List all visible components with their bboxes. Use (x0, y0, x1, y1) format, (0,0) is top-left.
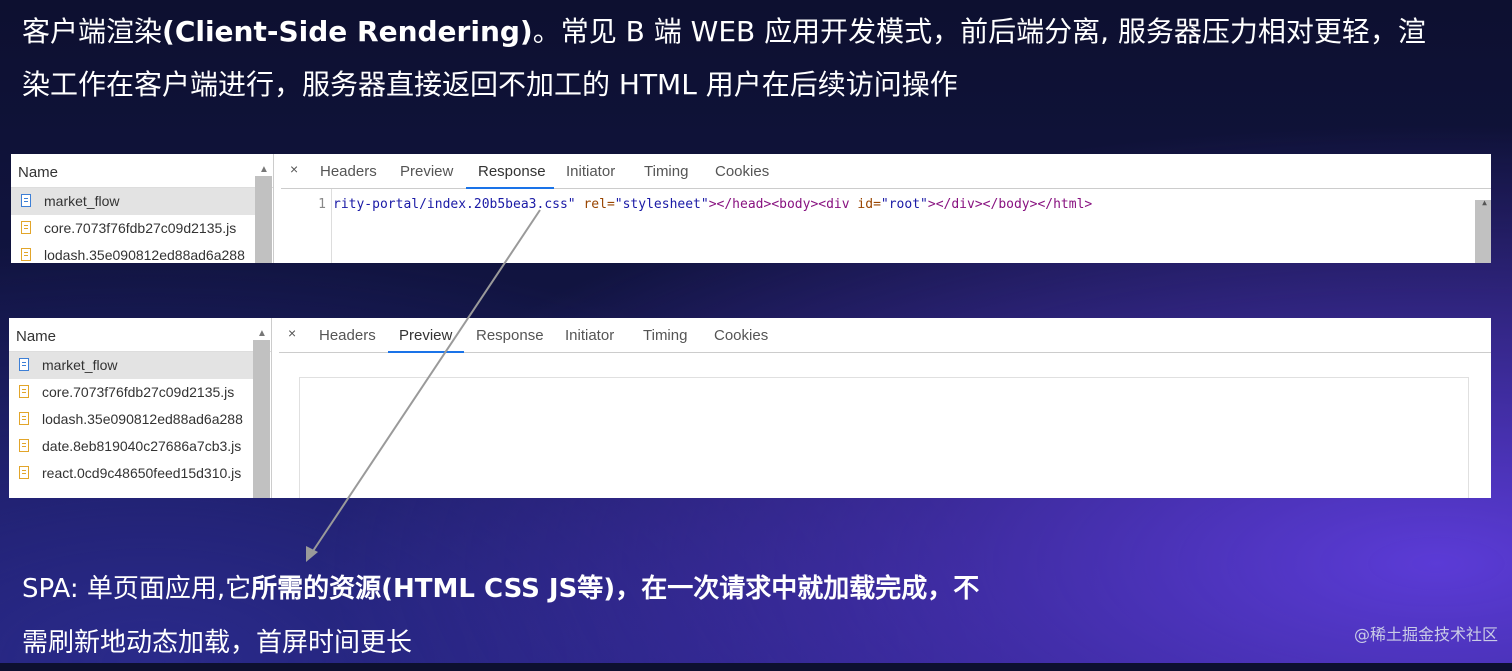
script-icon (19, 385, 29, 398)
line-gutter: 1 (281, 189, 332, 263)
name-header[interactable]: Name (11, 154, 273, 188)
spa-line-1: SPA: 单页面应用,它所需的资源(HTML CSS JS等)，在一次请求中就加… (22, 561, 1492, 617)
tab-timing[interactable]: Timing (644, 163, 688, 180)
name-header[interactable]: Name (9, 318, 271, 352)
code-scrollbar[interactable]: ▲ (1475, 198, 1491, 263)
document-icon (21, 194, 31, 207)
heading-text-a: 客户端渲染 (22, 15, 163, 48)
tab-response[interactable]: Response (478, 163, 546, 180)
code-line: rity-portal/index.20b5bea3.css" rel="sty… (333, 197, 1092, 212)
arrow-head-icon (306, 546, 318, 562)
scroll-up-icon[interactable]: ▲ (1482, 198, 1487, 207)
name-column-scrollbar[interactable] (255, 176, 272, 263)
tab-response[interactable]: Response (476, 327, 544, 344)
sort-arrow-icon[interactable]: ▲ (257, 328, 267, 339)
file-name: date.8eb819040c27686a7cb3.js (42, 438, 242, 454)
code-tag: ></head><body><div (708, 197, 858, 212)
script-icon (19, 466, 29, 479)
script-icon (21, 248, 31, 261)
file-row[interactable]: market_flow (11, 188, 255, 215)
tab-timing[interactable]: Timing (643, 327, 687, 344)
code-tag: ></div></body></html> (927, 197, 1093, 212)
code-attr: id= (857, 197, 881, 212)
tab-preview[interactable]: Preview (399, 327, 452, 344)
network-name-column: Name ▲ market_flow core.7073f76fdb27c09d… (9, 318, 272, 498)
tab-initiator[interactable]: Initiator (565, 327, 614, 344)
preview-pane (299, 377, 1469, 498)
document-icon (19, 358, 29, 371)
file-name: core.7073f76fdb27c09d2135.js (42, 384, 235, 400)
active-tab-indicator (388, 351, 464, 353)
script-icon (21, 221, 31, 234)
code-attr: rel= (575, 197, 615, 212)
file-name: market_flow (44, 193, 120, 209)
script-icon (19, 412, 29, 425)
sort-arrow-icon[interactable]: ▲ (259, 164, 269, 175)
file-row[interactable]: lodash.35e090812ed88ad6a288 (9, 406, 252, 433)
code-string: "stylesheet" (614, 197, 709, 212)
file-name: lodash.35e090812ed88ad6a288 (42, 411, 243, 427)
brand-watermark: @稀土掘金技术社区 (1353, 625, 1498, 644)
heading-text-b: (Client-Side Rendering) (162, 15, 533, 48)
line-number: 1 (318, 197, 326, 212)
response-body[interactable]: 1 rity-portal/index.20b5bea3.css" rel="s… (281, 189, 1491, 263)
network-name-column: Name ▲ market_flow core.7073f76fdb27c09d… (11, 154, 274, 263)
tab-headers[interactable]: Headers (320, 163, 377, 180)
file-row[interactable]: core.7073f76fdb27c09d2135.js (11, 215, 254, 242)
file-row[interactable]: lodash.35e090812ed88ad6a288 (11, 242, 254, 263)
tab-headers[interactable]: Headers (319, 327, 376, 344)
heading-line-1: 客户端渲染(Client-Side Rendering)。常见 B 端 WEB … (22, 4, 1492, 60)
heading-text-c: 。常见 B 端 WEB 应用开发模式，前后端分离, 服务器压力相对更轻，渲 (532, 15, 1426, 48)
spa-text-b: 所需的资源(HTML CSS JS等)，在一次请求中就加载完成，不 (251, 574, 980, 604)
code-string: rity-portal/index.20b5bea3.css" (333, 197, 576, 212)
tab-cookies[interactable]: Cookies (715, 163, 769, 180)
script-icon (19, 439, 29, 452)
file-row[interactable]: market_flow (9, 352, 253, 379)
detail-tabs: × Headers Preview Response Initiator Tim… (281, 154, 1491, 189)
spa-text-a: SPA: 单页面应用,它 (22, 574, 252, 604)
tab-initiator[interactable]: Initiator (566, 163, 615, 180)
file-name: react.0cd9c48650feed15d310.js (42, 465, 242, 481)
file-name: core.7073f76fdb27c09d2135.js (44, 220, 237, 236)
close-icon[interactable]: × (288, 325, 296, 341)
file-row[interactable]: date.8eb819040c27686a7cb3.js (9, 433, 252, 460)
name-column-scrollbar[interactable] (253, 340, 270, 498)
file-name: market_flow (42, 357, 118, 373)
devtools-panel-response: Name ▲ market_flow core.7073f76fdb27c09d… (11, 154, 1491, 263)
devtools-panel-preview: Name ▲ market_flow core.7073f76fdb27c09d… (9, 318, 1491, 498)
tab-cookies[interactable]: Cookies (714, 327, 768, 344)
tab-preview[interactable]: Preview (400, 163, 453, 180)
detail-tabs: × Headers Preview Response Initiator Tim… (279, 318, 1491, 353)
file-row[interactable]: react.0cd9c48650feed15d310.js (9, 460, 252, 487)
close-icon[interactable]: × (290, 161, 298, 177)
heading-line-2: 染工作在客户端进行，服务器直接返回不加工的 HTML 用户在后续访问操作 (22, 68, 958, 101)
file-name: lodash.35e090812ed88ad6a288 (44, 247, 245, 263)
file-row[interactable]: core.7073f76fdb27c09d2135.js (9, 379, 252, 406)
code-string: "root" (880, 197, 928, 212)
